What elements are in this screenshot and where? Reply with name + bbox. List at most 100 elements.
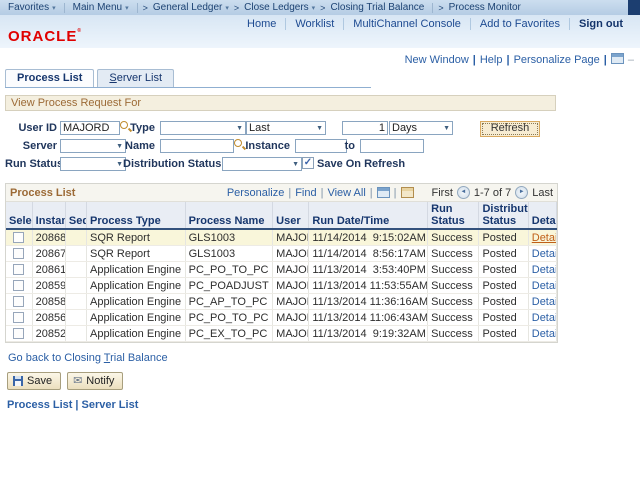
refresh-button[interactable]: Refresh bbox=[480, 121, 540, 137]
process-type-cell: Application Engine bbox=[86, 326, 185, 342]
user-cell: MAJORD bbox=[273, 310, 309, 326]
chevron-down-icon: ▾ bbox=[52, 4, 56, 12]
grid-find-link[interactable]: Find bbox=[295, 187, 316, 199]
row-checkbox[interactable] bbox=[13, 264, 24, 275]
tab-label-accesskey: S bbox=[109, 72, 116, 84]
new-window-icon[interactable] bbox=[611, 53, 624, 64]
pagebar-link-personalize-page[interactable]: Personalize Page bbox=[514, 54, 600, 66]
header-link-home[interactable]: Home bbox=[238, 18, 285, 30]
header-link-add-to-favorites[interactable]: Add to Favorites bbox=[471, 18, 569, 30]
process-name-cell: PC_PO_TO_PC bbox=[185, 262, 273, 278]
row-checkbox[interactable] bbox=[13, 248, 24, 259]
header-link-worklist[interactable]: Worklist bbox=[286, 18, 343, 30]
breadcrumb-item-main-menu[interactable]: Main Menu▾ bbox=[69, 2, 133, 13]
details-link[interactable]: Details bbox=[532, 296, 557, 308]
details-link[interactable]: Details bbox=[532, 312, 557, 324]
user-cell: MAJORD bbox=[273, 246, 309, 262]
bottom-links-separator: | bbox=[72, 399, 81, 411]
instance-cell: 20868 bbox=[32, 229, 65, 246]
user-id-input[interactable]: MAJORD bbox=[60, 121, 120, 135]
go-back-link[interactable]: Go back to Closing Trial Balance bbox=[8, 352, 640, 364]
pager-last-label[interactable]: Last bbox=[532, 187, 553, 199]
save-disk-icon bbox=[13, 376, 23, 386]
pager-next-icon[interactable]: ► bbox=[515, 186, 528, 199]
details-link[interactable]: Details bbox=[532, 232, 557, 244]
run-datetime-cell: 11/13/2014 11:53:55AM EST bbox=[309, 278, 428, 294]
select-cell bbox=[6, 262, 32, 278]
seq-cell bbox=[65, 326, 86, 342]
type-select[interactable]: ▼ bbox=[160, 121, 246, 135]
tab-label: erver List bbox=[117, 72, 162, 84]
header-link-multichannel-console[interactable]: MultiChannel Console bbox=[344, 18, 470, 30]
download-to-excel-icon[interactable] bbox=[377, 187, 390, 198]
tab-server-list[interactable]: Server List bbox=[97, 69, 174, 87]
row-checkbox[interactable] bbox=[13, 232, 24, 243]
grid-personalize-link[interactable]: Personalize bbox=[227, 187, 284, 199]
distribution-status-cell: Posted bbox=[479, 278, 528, 294]
save-on-refresh-checkbox[interactable]: ✓ bbox=[302, 157, 314, 169]
chevron-down-icon: ▾ bbox=[125, 4, 129, 12]
seq-cell bbox=[65, 278, 86, 294]
name-label: Name bbox=[113, 140, 155, 152]
tab-process-list[interactable]: Process List bbox=[5, 69, 94, 87]
bottom-link-server-list[interactable]: Server List bbox=[82, 399, 139, 411]
breadcrumb-item-process-monitor[interactable]: Process Monitor bbox=[445, 2, 525, 13]
breadcrumb-chevron-icon: > bbox=[320, 3, 325, 13]
view-process-request-groupbox: View Process Request For User ID MAJORD … bbox=[5, 95, 556, 174]
distribution-status-select[interactable]: ▼ bbox=[222, 157, 302, 171]
save-button[interactable]: Save bbox=[7, 372, 61, 390]
distribution-status-cell: Posted bbox=[479, 310, 528, 326]
details-link[interactable]: Details bbox=[532, 280, 557, 292]
process-name-cell: GLS1003 bbox=[185, 246, 273, 262]
row-checkbox[interactable] bbox=[13, 312, 24, 323]
details-cell: Details bbox=[528, 278, 556, 294]
details-link[interactable]: Details bbox=[532, 264, 557, 276]
days-select[interactable]: Days▼ bbox=[389, 121, 453, 135]
run-status-cell: Success bbox=[428, 310, 479, 326]
run-status-cell: Success bbox=[428, 326, 479, 342]
process-name-cell: PC_POADJUST bbox=[185, 278, 273, 294]
column-header-select: Select bbox=[6, 202, 32, 229]
instance-cell: 20856 bbox=[32, 310, 65, 326]
seq-cell bbox=[65, 310, 86, 326]
table-row: 20867SQR ReportGLS1003MAJORD11/14/2014 8… bbox=[6, 246, 557, 262]
details-link[interactable]: Details bbox=[532, 328, 557, 340]
name-lookup-icon[interactable] bbox=[233, 138, 245, 150]
breadcrumb-item-closing-trial-balance[interactable]: Closing Trial Balance bbox=[326, 2, 428, 13]
pagebar-link-new-window[interactable]: New Window bbox=[405, 54, 469, 66]
row-checkbox[interactable] bbox=[13, 328, 24, 339]
header-link-sign-out[interactable]: Sign out bbox=[570, 18, 632, 30]
to-label: to bbox=[325, 140, 355, 152]
chevron-down-icon: ▼ bbox=[443, 125, 450, 132]
breadcrumb-item-favorites[interactable]: Favorites▾ bbox=[4, 2, 60, 13]
pager-prev-icon[interactable]: ◄ bbox=[457, 186, 470, 199]
last-select[interactable]: Last▼ bbox=[246, 121, 326, 135]
details-link[interactable]: Details bbox=[532, 248, 557, 260]
breadcrumb-item-general-ledger[interactable]: General Ledger▾ bbox=[149, 2, 233, 13]
pagebar-link-help[interactable]: Help bbox=[480, 54, 503, 66]
instance-to-input[interactable] bbox=[360, 139, 424, 153]
pager-first-label[interactable]: First bbox=[432, 187, 453, 199]
instance-cell: 20859 bbox=[32, 278, 65, 294]
breadcrumb-divider bbox=[137, 3, 138, 13]
tab-label: Process List bbox=[17, 72, 82, 84]
grid-view-all-link[interactable]: View All bbox=[327, 187, 365, 199]
distribution-status-cell: Posted bbox=[479, 246, 528, 262]
last-count-input[interactable]: 1 bbox=[342, 121, 388, 135]
details-cell: Details bbox=[528, 246, 556, 262]
instance-cell: 20861 bbox=[32, 262, 65, 278]
instance-cell: 20852 bbox=[32, 326, 65, 342]
notify-button[interactable]: ✉ Notify bbox=[67, 372, 123, 390]
bottom-link-process-list[interactable]: Process List bbox=[7, 399, 72, 411]
run-status-select[interactable]: ▼ bbox=[60, 157, 126, 171]
process-type-cell: Application Engine bbox=[86, 262, 185, 278]
pager-range: 1-7 of 7 bbox=[474, 187, 511, 199]
row-checkbox[interactable] bbox=[13, 296, 24, 307]
pagebar-separator: | bbox=[502, 54, 513, 66]
grid-view-icon[interactable] bbox=[401, 187, 414, 198]
name-input[interactable] bbox=[160, 139, 234, 153]
row-checkbox[interactable] bbox=[13, 280, 24, 291]
breadcrumb-item-close-ledgers[interactable]: Close Ledgers▾ bbox=[240, 2, 319, 13]
details-cell: Details bbox=[528, 262, 556, 278]
type-label: Type bbox=[113, 122, 155, 134]
